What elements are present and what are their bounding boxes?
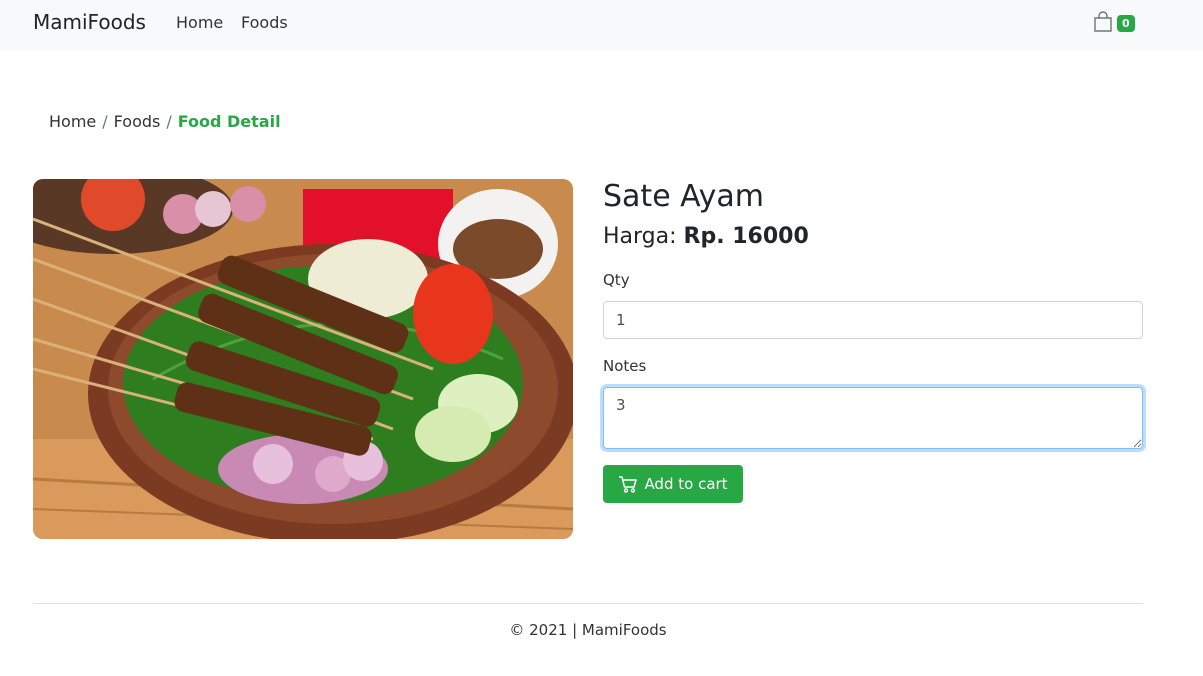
- nav-home-link[interactable]: Home: [176, 13, 223, 32]
- food-image: [33, 179, 573, 539]
- breadcrumb-foods[interactable]: Foods: [114, 112, 161, 131]
- cart-icon: [619, 476, 638, 493]
- qty-label: Qty: [603, 271, 630, 289]
- food-price: Harga: Rp. 16000: [603, 224, 809, 249]
- bag-icon: [1094, 11, 1112, 32]
- footer-text: © 2021 | MamiFoods: [509, 621, 667, 639]
- brand-link[interactable]: MamiFoods: [33, 10, 146, 34]
- breadcrumb-separator: /: [166, 112, 172, 131]
- footer-divider: [33, 603, 1143, 604]
- add-to-cart-label: Add to cart: [644, 475, 728, 493]
- breadcrumb-active: Food Detail: [177, 112, 281, 131]
- nav-foods-link[interactable]: Foods: [241, 13, 288, 32]
- price-label: Harga:: [603, 224, 677, 249]
- navbar: MamiFoods Home Foods 0: [0, 0, 1203, 50]
- cart-button[interactable]: 0: [1093, 11, 1138, 35]
- add-to-cart-button[interactable]: Add to cart: [603, 465, 743, 503]
- breadcrumb-home[interactable]: Home: [49, 112, 96, 131]
- breadcrumb-separator: /: [102, 112, 108, 131]
- cart-count-badge: 0: [1117, 15, 1135, 32]
- notes-label: Notes: [603, 357, 647, 375]
- notes-textarea[interactable]: 3: [603, 387, 1143, 449]
- breadcrumb: Home / Foods / Food Detail: [49, 112, 281, 131]
- food-title: Sate Ayam: [603, 179, 765, 214]
- price-value: Rp. 16000: [683, 224, 809, 249]
- qty-input[interactable]: [603, 301, 1143, 339]
